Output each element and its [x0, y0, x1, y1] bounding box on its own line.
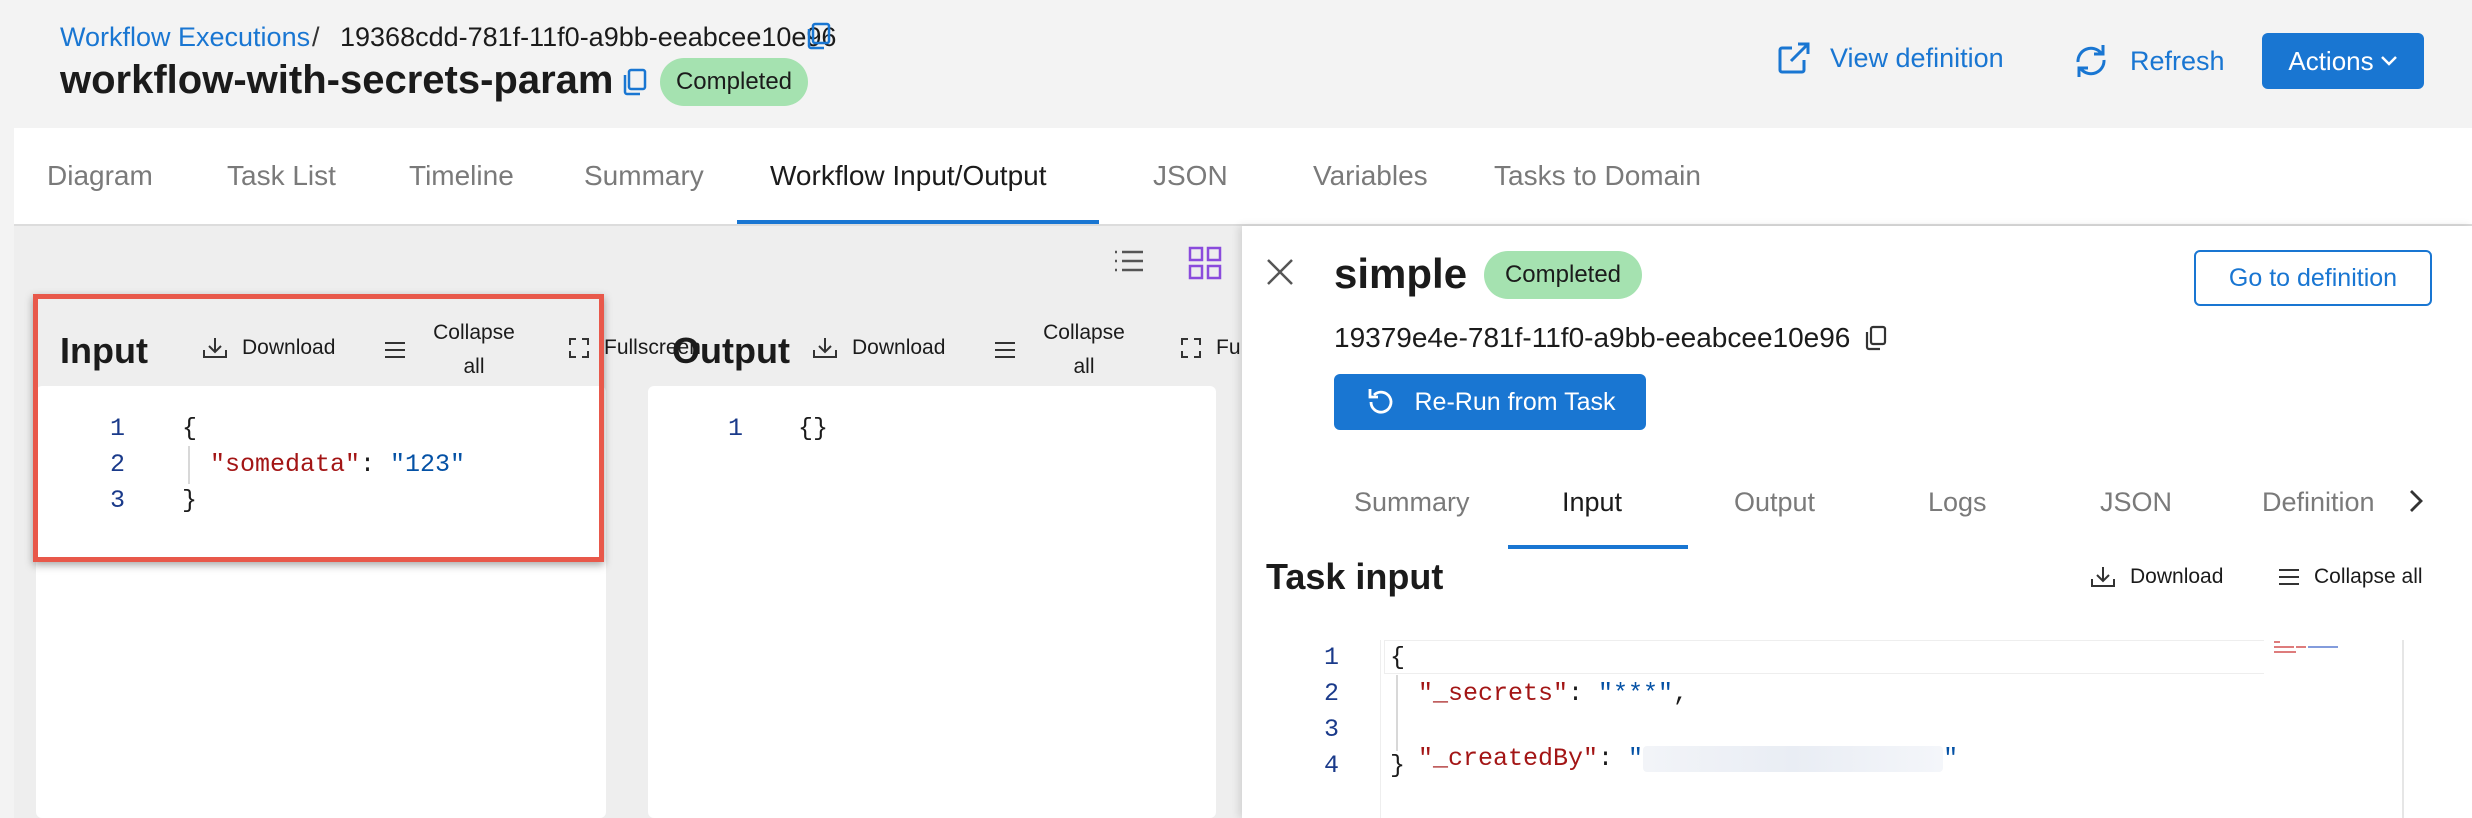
download-icon — [2090, 565, 2116, 589]
tab-task-list[interactable]: Task List — [227, 160, 336, 192]
grid-view-icon[interactable] — [1188, 246, 1222, 280]
output-collapse-all-button[interactable]: Collapse all — [1034, 316, 1134, 384]
output-download-label: Download — [852, 336, 946, 359]
tab-summary[interactable]: Summary — [584, 160, 704, 192]
collapse-icon — [2278, 567, 2300, 587]
output-fullscreen-button[interactable]: Fu — [1180, 336, 1241, 360]
line-number: 1 — [728, 414, 744, 443]
chevron-right-icon[interactable] — [2406, 488, 2426, 514]
drawer-tab-definition[interactable]: Definition — [2262, 487, 2375, 518]
tab-timeline[interactable]: Timeline — [409, 160, 514, 192]
input-highlight-annotation — [33, 294, 604, 562]
fullscreen-icon — [1180, 337, 1202, 359]
view-definition-button[interactable]: View definition — [1776, 40, 2004, 76]
task-name-title: simple — [1334, 250, 1468, 297]
drawer-tab-logs[interactable]: Logs — [1928, 487, 1987, 518]
output-section-title: Output — [672, 330, 790, 371]
json-key: "_secrets" — [1418, 679, 1569, 708]
json-comma: , — [1673, 679, 1689, 708]
task-id: 19379e4e-781f-11f0-a9bb-eeabcee10e96 — [1334, 322, 1851, 353]
rerun-label: Re-Run from Task — [1414, 387, 1616, 416]
copy-icon[interactable] — [622, 68, 648, 96]
json-value-quote-open: " — [1628, 744, 1644, 773]
task-input-collapse-all-button[interactable]: Collapse all — [2278, 565, 2423, 589]
minimap — [2272, 638, 2356, 656]
view-definition-label: View definition — [1830, 42, 2004, 73]
collapse-label-line2: all — [1073, 355, 1095, 378]
json-brace: } — [1390, 751, 1406, 780]
output-code-card — [648, 386, 1216, 818]
task-code-line: 4 } — [1324, 751, 1405, 780]
chevron-down-icon — [2380, 55, 2398, 67]
drawer-tab-json[interactable]: JSON — [2100, 487, 2172, 518]
line-number: 4 — [1324, 751, 1340, 780]
tab-json[interactable]: JSON — [1153, 160, 1228, 192]
workflow-status-badge: Completed — [660, 58, 808, 106]
redacted-value — [1643, 745, 1944, 772]
actions-dropdown-button[interactable]: Actions — [2262, 33, 2424, 89]
rerun-icon — [1365, 386, 1397, 418]
output-code-line: 1 {} — [728, 414, 828, 443]
json-key: "_createdBy" — [1418, 744, 1599, 773]
copy-icon[interactable] — [806, 22, 832, 50]
breadcrumb-workflow-executions-link[interactable]: Workflow Executions — [60, 22, 310, 53]
collapse-icon — [994, 340, 1016, 360]
json-brace: { — [1390, 643, 1406, 672]
tab-diagram[interactable]: Diagram — [47, 160, 153, 192]
copy-icon[interactable] — [1864, 325, 1888, 351]
external-link-icon — [1776, 40, 1812, 76]
go-to-definition-button[interactable]: Go to definition — [2194, 250, 2432, 306]
refresh-icon — [2070, 40, 2112, 82]
json-brace: {} — [798, 414, 829, 443]
workflow-name-title: workflow-with-secrets-param — [60, 58, 614, 102]
task-input-download-label: Download — [2130, 565, 2224, 588]
list-view-icon[interactable] — [1112, 246, 1146, 276]
close-icon[interactable] — [1264, 256, 1296, 288]
breadcrumb-separator: / — [312, 22, 320, 52]
task-input-title: Task input — [1266, 556, 1444, 597]
drawer-tab-summary[interactable]: Summary — [1354, 487, 1470, 518]
refresh-label: Refresh — [2130, 45, 2225, 76]
main-tab-bar — [14, 128, 2472, 226]
tab-variables[interactable]: Variables — [1313, 160, 1428, 192]
drawer-active-tab-indicator — [1508, 545, 1688, 549]
tab-tasks-to-domain[interactable]: Tasks to Domain — [1494, 160, 1701, 192]
breadcrumb-execution-id: 19368cdd-781f-11f0-a9bb-eeabcee10e96 — [340, 22, 837, 52]
active-tab-indicator — [737, 220, 1099, 224]
line-number: 2 — [1324, 679, 1340, 708]
task-status-badge: Completed — [1484, 251, 1642, 299]
actions-label: Actions — [2288, 45, 2374, 76]
drawer-tab-input[interactable]: Input — [1562, 487, 1622, 518]
tab-workflow-input-output[interactable]: Workflow Input/Output — [770, 160, 1047, 192]
task-input-collapse-label: Collapse all — [2314, 565, 2423, 588]
rerun-from-task-button[interactable]: Re-Run from Task — [1334, 374, 1646, 430]
task-code-line: 2 "_secrets": "***", — [1324, 675, 1688, 751]
refresh-button[interactable]: Refresh — [2070, 40, 2225, 82]
drawer-tab-output[interactable]: Output — [1734, 487, 1815, 518]
line-number: 3 — [1324, 715, 1340, 744]
json-separator: : — [1598, 744, 1629, 773]
indent-guide — [1396, 675, 1398, 751]
output-fullscreen-label: Fu — [1216, 336, 1241, 359]
json-value: "***" — [1598, 679, 1674, 708]
collapse-label-line1: Collapse — [1043, 321, 1125, 344]
task-code-line: 1 { — [1324, 643, 1405, 672]
json-value-quote-close: " — [1943, 744, 1959, 773]
download-icon — [812, 336, 838, 360]
task-code-line: 3 "_createdBy": " " — [1324, 715, 1958, 773]
output-download-button[interactable]: Download — [812, 336, 945, 360]
json-separator: : — [1568, 679, 1599, 708]
task-id-row: 19379e4e-781f-11f0-a9bb-eeabcee10e96 — [1334, 322, 1888, 354]
line-number: 1 — [1324, 643, 1340, 672]
task-input-download-button[interactable]: Download — [2090, 565, 2223, 589]
current-line-highlight — [1384, 640, 2264, 674]
drawer-tab-definition-clip: Definition — [2262, 480, 2382, 524]
